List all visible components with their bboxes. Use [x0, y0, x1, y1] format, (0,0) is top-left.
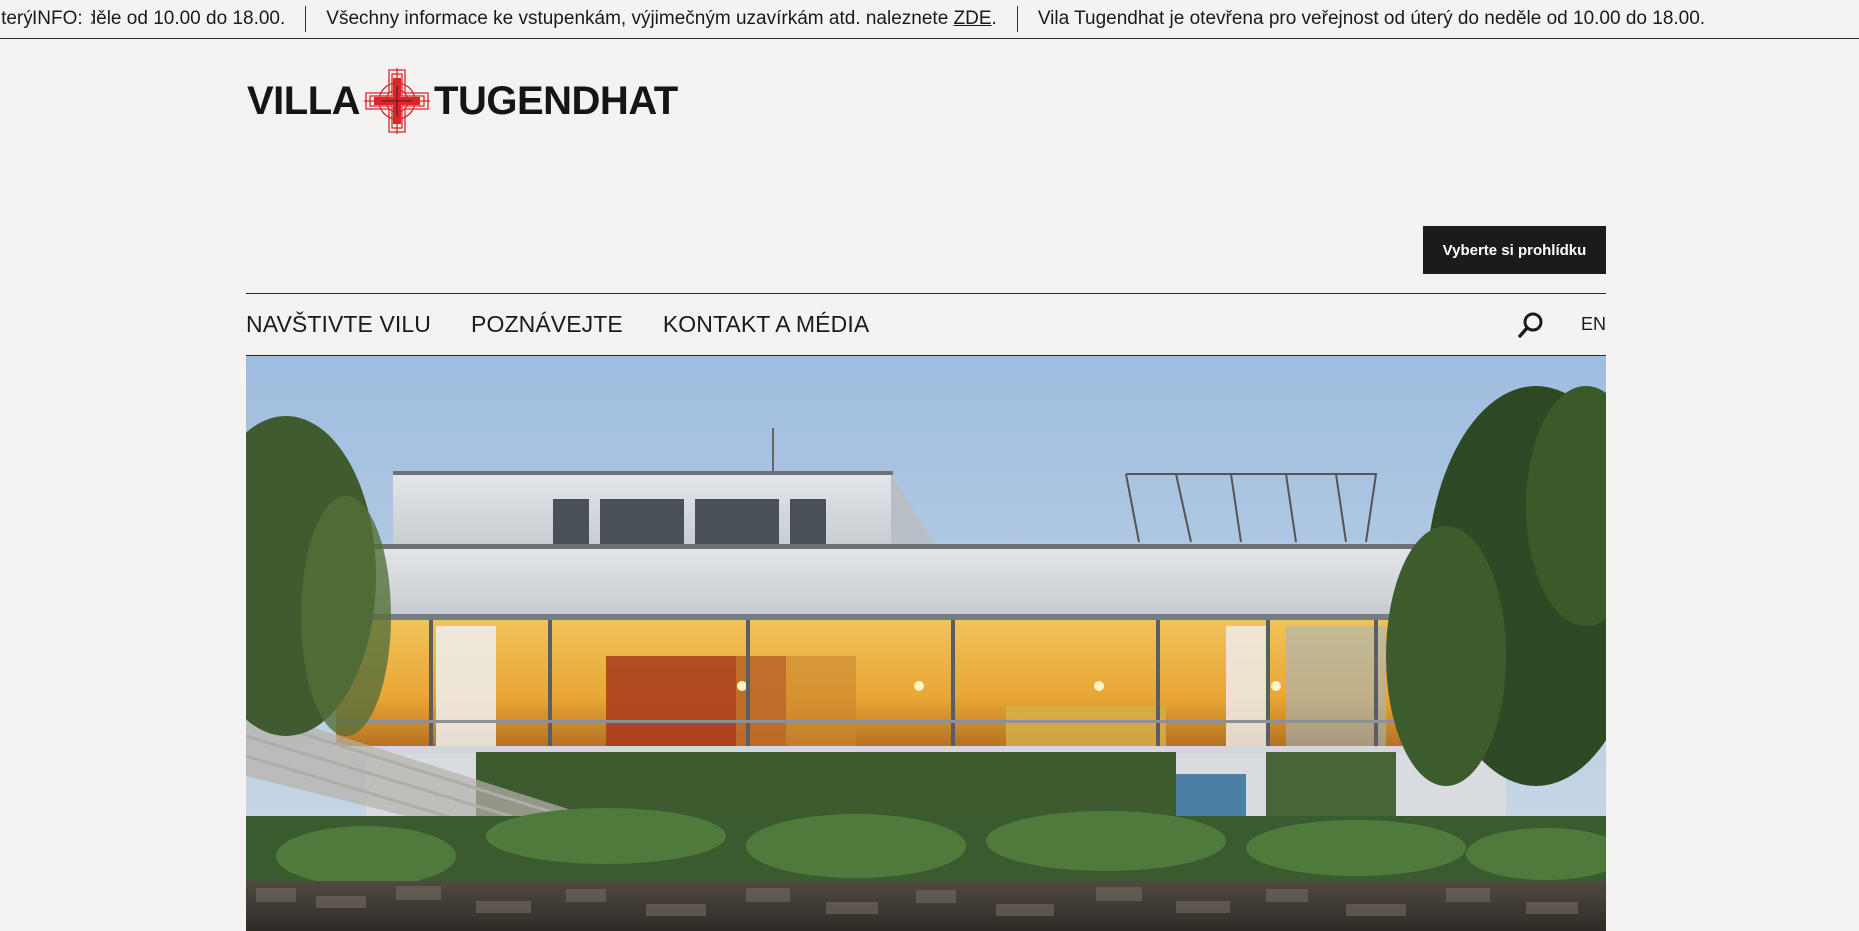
language-switch[interactable]: EN: [1581, 314, 1606, 335]
nav-item-discover[interactable]: POZNÁVEJTE: [471, 311, 623, 338]
tickets-info-link[interactable]: ZDE: [954, 8, 992, 29]
red-cross-emblem-icon: [364, 68, 431, 134]
site-logo[interactable]: VILLA TUGENDHAT: [247, 66, 678, 136]
logo-word-right: TUGENDHAT: [434, 79, 678, 123]
hero-image: [246, 356, 1606, 931]
info-bar: Vila Tugendhat je otevřena pro veřejnost…: [0, 0, 1859, 39]
search-icon[interactable]: [1517, 311, 1545, 339]
ticker-suffix: .: [991, 8, 997, 29]
choose-tour-button[interactable]: Vyberte si prohlídku: [1423, 226, 1606, 274]
nav-item-visit[interactable]: NAVŠTIVTE VILU: [246, 311, 431, 338]
main-nav: NAVŠTIVTE VILU POZNÁVEJTE KONTAKT A MÉDI…: [246, 293, 1606, 356]
ticker-text: Všechny informace ke vstupenkám, výjimeč…: [306, 0, 1017, 38]
ticker-item: Všechny informace ke vstupenkám, výjimeč…: [306, 0, 1018, 38]
ticker-text-main: Všechny informace ke vstupenkám, výjimeč…: [326, 8, 954, 29]
info-ticker: Vila Tugendhat je otevřena pro veřejnost…: [0, 0, 1725, 38]
ticker-text: Vila Tugendhat je otevřena pro veřejnost…: [1037, 8, 1706, 29]
ticker-item: Vila Tugendhat je otevřena pro veřejnost…: [1018, 0, 1725, 38]
nav-item-contact-media[interactable]: KONTAKT A MÉDIA: [663, 311, 869, 338]
logo-word-left: VILLA: [247, 79, 361, 123]
nav-right: EN: [1517, 294, 1606, 355]
info-label: INFO:: [32, 0, 91, 38]
villa-photo: [246, 356, 1606, 931]
